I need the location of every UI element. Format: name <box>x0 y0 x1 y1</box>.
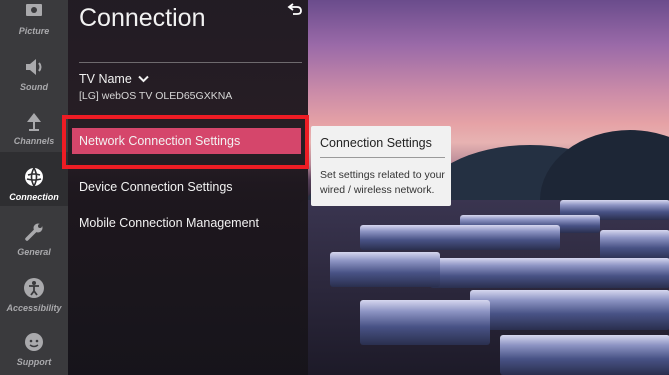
connection-panel: Connection TV Name [LG] webOS TV OLED65G… <box>68 0 308 375</box>
page-title: Connection <box>79 4 206 32</box>
antenna-icon <box>23 110 45 132</box>
back-icon[interactable] <box>287 2 303 16</box>
menu-item-mobile-connection-management[interactable]: Mobile Connection Management <box>79 210 301 236</box>
settings-sidebar: Picture Sound Channels Connection Genera… <box>0 0 68 375</box>
globe-icon <box>23 166 45 188</box>
highlight-annotation <box>62 115 309 169</box>
tooltip-divider <box>320 157 445 158</box>
sidebar-item-label: Sound <box>20 82 48 92</box>
sidebar-item-accessibility[interactable]: Accessibility <box>0 263 68 317</box>
info-tooltip: Connection Settings Set settings related… <box>311 126 451 206</box>
sidebar-item-label: Channels <box>13 136 55 146</box>
support-icon <box>23 331 45 353</box>
tooltip-title: Connection Settings <box>320 136 432 150</box>
sidebar-item-picture[interactable]: Picture <box>0 0 68 40</box>
sidebar-item-label: General <box>17 247 51 257</box>
menu-item-label: Mobile Connection Management <box>79 216 259 230</box>
sidebar-item-sound[interactable]: Sound <box>0 42 68 96</box>
sidebar-item-label: Support <box>16 357 52 367</box>
menu-item-label: Device Connection Settings <box>79 180 233 194</box>
speaker-icon <box>23 56 45 78</box>
sidebar-item-label: Connection <box>9 192 59 202</box>
sidebar-item-label: Picture <box>18 26 50 36</box>
sidebar-item-general[interactable]: General <box>0 207 68 261</box>
title-divider <box>79 62 302 63</box>
sidebar-item-channels[interactable]: Channels <box>0 96 68 150</box>
tv-name-dropdown[interactable]: TV Name <box>79 72 149 86</box>
menu-item-device-connection-settings[interactable]: Device Connection Settings <box>79 174 301 200</box>
tv-name-value: [LG] webOS TV OLED65GXKNA <box>79 90 233 102</box>
tv-name-label: TV Name <box>79 72 132 86</box>
sidebar-item-label: Accessibility <box>6 303 62 313</box>
picture-icon <box>23 0 45 22</box>
sidebar-item-support[interactable]: Support <box>0 317 68 371</box>
chevron-down-icon <box>138 72 149 86</box>
tooltip-description: Set settings related to your wired / wir… <box>320 169 445 196</box>
sidebar-item-connection[interactable]: Connection <box>0 152 68 206</box>
wrench-icon <box>23 221 45 243</box>
accessibility-icon <box>23 277 45 299</box>
